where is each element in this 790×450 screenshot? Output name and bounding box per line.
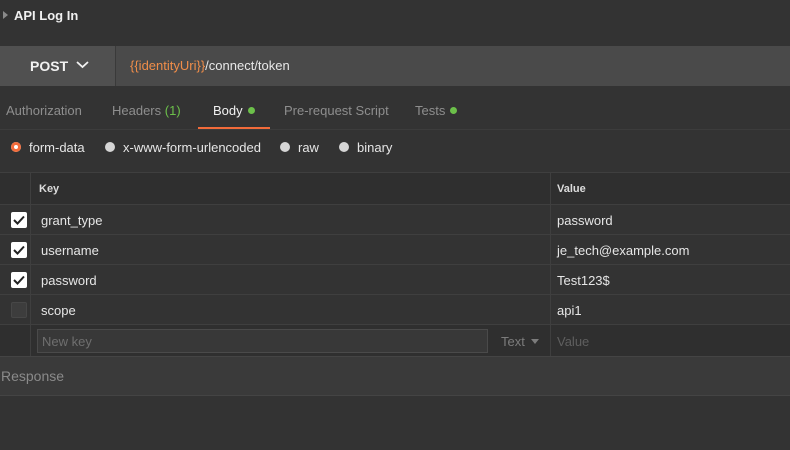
row-checkbox[interactable] xyxy=(11,302,27,318)
row-key[interactable]: password xyxy=(41,273,97,288)
radio-label: binary xyxy=(357,140,393,155)
radio-label: form-data xyxy=(29,140,85,155)
body-indicator-dot xyxy=(247,107,255,114)
column-divider xyxy=(30,295,31,324)
response-label: Response xyxy=(1,368,65,384)
chevron-down-icon xyxy=(76,61,89,69)
new-value-input[interactable] xyxy=(557,329,782,353)
row-value[interactable]: Test123$ xyxy=(557,273,610,288)
column-divider xyxy=(550,265,551,294)
tab-label: Headers xyxy=(112,103,162,118)
body-type-selector: form-data x-www-form-urlencoded raw bina… xyxy=(0,136,790,162)
request-title: API Log In xyxy=(14,8,79,23)
url-path: /connect/token xyxy=(205,58,290,73)
tab-tests[interactable]: Tests xyxy=(415,95,458,127)
table-row: password Test123$ xyxy=(0,264,790,294)
table-row: grant_type password xyxy=(0,204,790,234)
new-entry-row: Text xyxy=(0,324,790,356)
column-divider xyxy=(550,205,551,234)
row-key[interactable]: scope xyxy=(41,303,76,318)
tab-label: Tests xyxy=(415,103,446,118)
url-bar: POST {{identityUri}}/connect/token xyxy=(0,46,790,86)
tab-body[interactable]: Body xyxy=(198,95,270,129)
radio-label: x-www-form-urlencoded xyxy=(123,140,261,155)
new-key-input[interactable] xyxy=(37,329,488,353)
caret-right-icon[interactable] xyxy=(3,11,8,19)
caret-down-icon xyxy=(530,339,539,344)
column-divider xyxy=(550,295,551,324)
tab-label: Body xyxy=(213,103,243,118)
table-header: Key Value xyxy=(0,172,790,204)
row-key[interactable]: username xyxy=(41,243,99,258)
column-header-key: Key xyxy=(39,183,60,195)
request-tabs: Authorization Headers (1) Body Pre-reque… xyxy=(0,95,790,130)
value-type-dropdown[interactable]: Text xyxy=(501,334,539,349)
response-panel: Response xyxy=(0,356,790,396)
radio-button[interactable] xyxy=(105,142,115,152)
radio-button[interactable] xyxy=(11,142,21,152)
request-title-bar: API Log In xyxy=(0,0,790,34)
column-divider xyxy=(30,205,31,234)
column-divider xyxy=(550,235,551,264)
row-checkbox[interactable] xyxy=(11,272,27,288)
check-icon xyxy=(13,215,25,225)
column-divider xyxy=(30,325,31,356)
check-icon xyxy=(13,245,25,255)
tab-label: Pre-request Script xyxy=(284,103,389,118)
table-row: scope api1 xyxy=(0,294,790,324)
url-variable: {{identityUri}} xyxy=(130,58,206,73)
tab-authorization[interactable]: Authorization xyxy=(6,95,82,127)
radio-button[interactable] xyxy=(280,142,290,152)
row-value[interactable]: password xyxy=(557,213,613,228)
row-checkbox[interactable] xyxy=(11,212,27,228)
method-dropdown[interactable]: POST xyxy=(0,46,116,86)
row-value[interactable]: je_tech@example.com xyxy=(557,243,689,258)
column-divider xyxy=(550,173,551,204)
method-label: POST xyxy=(30,58,69,74)
url-input[interactable]: {{identityUri}}/connect/token xyxy=(130,58,290,73)
radio-label: raw xyxy=(298,140,319,155)
check-icon xyxy=(13,275,25,285)
headers-count-badge: (1) xyxy=(164,103,181,118)
tab-headers[interactable]: Headers (1) xyxy=(112,95,181,127)
row-value[interactable]: api1 xyxy=(557,303,582,318)
tab-pre-request-script[interactable]: Pre-request Script xyxy=(284,95,389,127)
table-row: username je_tech@example.com xyxy=(0,234,790,264)
column-divider xyxy=(30,235,31,264)
row-key[interactable]: grant_type xyxy=(41,213,102,228)
tests-indicator-dot xyxy=(450,107,458,114)
radio-button[interactable] xyxy=(339,142,349,152)
column-header-value: Value xyxy=(557,183,586,195)
tab-label: Authorization xyxy=(6,103,82,118)
column-divider xyxy=(550,325,551,356)
row-checkbox[interactable] xyxy=(11,242,27,258)
column-divider xyxy=(30,173,31,204)
value-type-label: Text xyxy=(501,334,525,349)
column-divider xyxy=(30,265,31,294)
